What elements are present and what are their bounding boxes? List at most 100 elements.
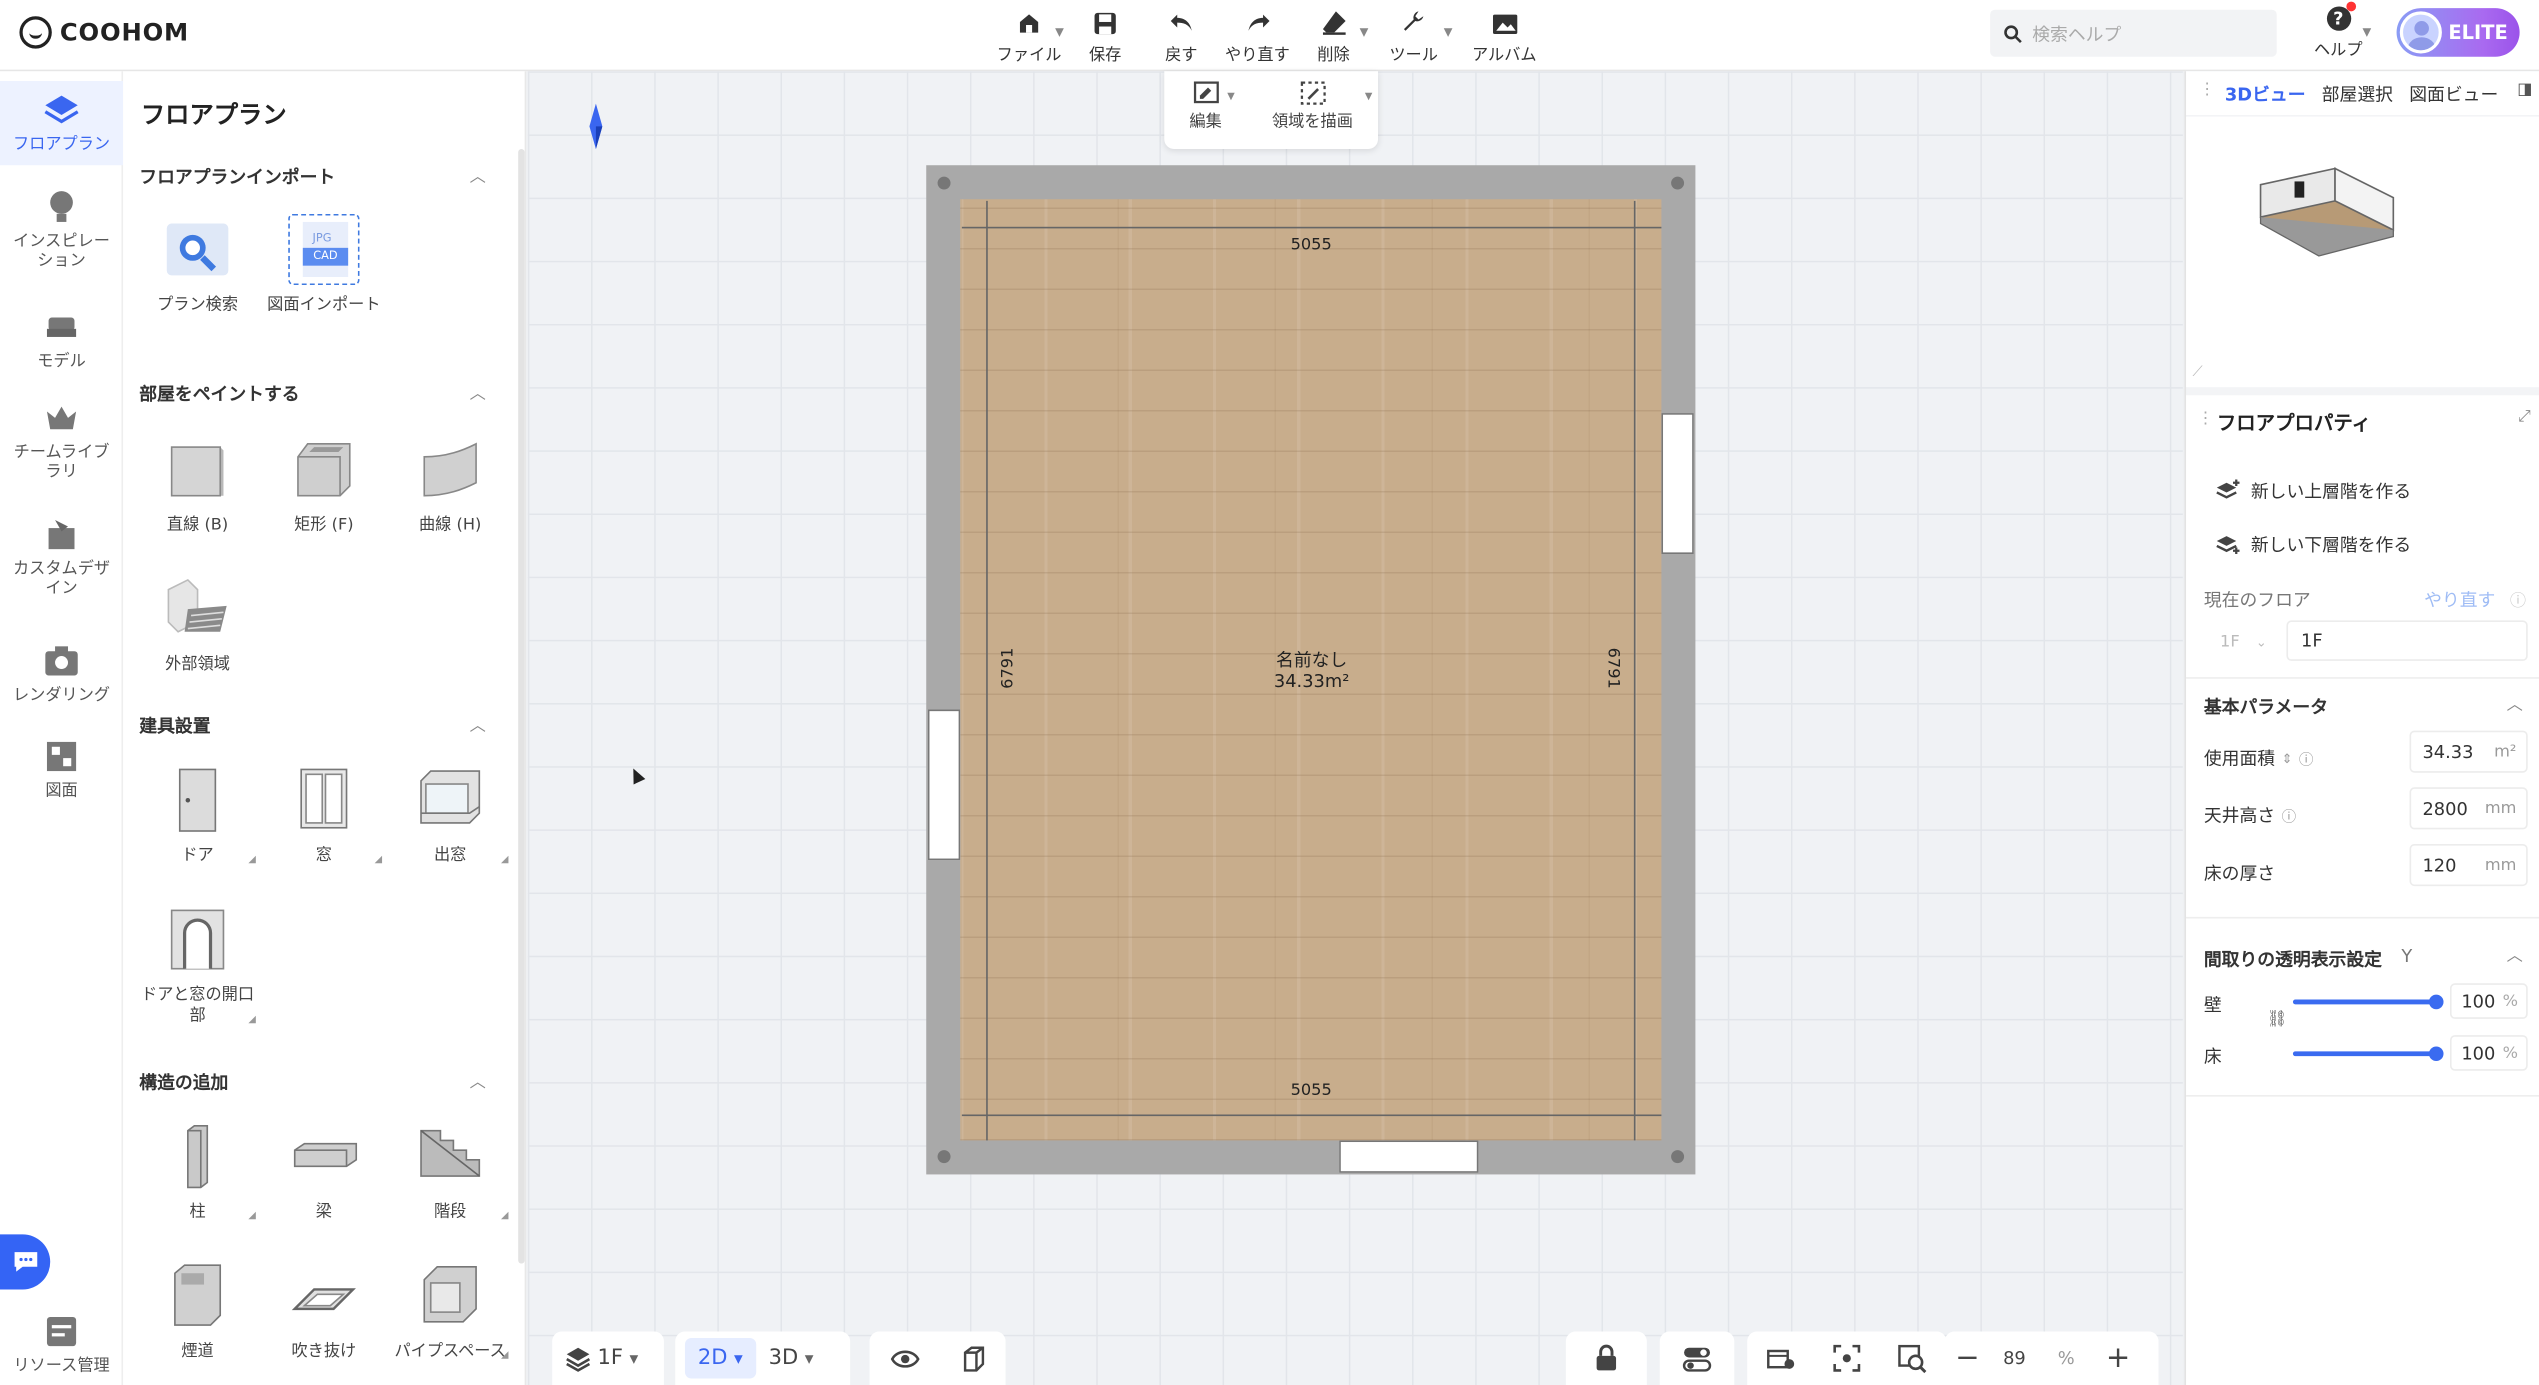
file-button[interactable]: ファイル ▼ — [991, 6, 1067, 65]
mode-2d-label: 2D — [697, 1346, 728, 1371]
wall-opacity-input[interactable]: 100% — [2450, 983, 2528, 1019]
rail-item-inspiration[interactable]: インスピレーション — [0, 188, 123, 272]
rail-item-floorplan[interactable]: フロアプラン — [0, 80, 124, 166]
floor-opacity-slider[interactable] — [2292, 1046, 2444, 1062]
link-icon[interactable]: ⛓ — [2267, 1011, 2288, 1029]
help-button[interactable]: ? ヘルプ — [2306, 1, 2371, 60]
floor-opacity-value: 100 — [2461, 1042, 2496, 1064]
eye-icon[interactable] — [889, 1347, 919, 1370]
rail-item-model[interactable]: モデル — [0, 308, 123, 373]
tools-button[interactable]: ツール ▼ — [1372, 6, 1456, 65]
floor-thickness-input[interactable]: 120 mm — [2409, 843, 2528, 887]
expand-corner-icon: ◢ — [248, 853, 256, 866]
new-upper-floor-button[interactable]: 新しい上層階を作る — [2215, 478, 2411, 504]
flue-item[interactable]: 煙道 — [139, 1260, 256, 1362]
wall-corner[interactable] — [1671, 1150, 1685, 1164]
draw-rect-item[interactable]: 矩形 (F) — [266, 434, 383, 536]
redo-link[interactable]: やり直す — [2424, 586, 2495, 612]
collapse-panel-icon[interactable]: ◨ — [2517, 81, 2532, 99]
chevron-up-icon[interactable]: ︿ — [470, 379, 486, 404]
redo-button[interactable]: やり直す — [1219, 6, 1295, 65]
window-item[interactable]: 窓 ◢ — [266, 765, 382, 867]
drag-handle-icon[interactable]: ⋮ — [2199, 81, 2215, 99]
fit-view-icon[interactable] — [1833, 1344, 1861, 1373]
rail-item-rendering[interactable]: レンダリング — [0, 641, 123, 706]
tab-room-select[interactable]: 部屋選択 — [2322, 80, 2393, 106]
info-icon[interactable]: ⓘ — [2282, 804, 2297, 825]
slider-knob[interactable] — [2428, 994, 2444, 1010]
chevron-up-icon[interactable]: ︿ — [2507, 941, 2523, 966]
compass-icon[interactable] — [589, 103, 603, 150]
edit-button[interactable]: 編集 ▼ — [1189, 81, 1235, 149]
door-item[interactable]: ドア ◢ — [139, 765, 256, 867]
drag-handle-icon[interactable]: ⋮ — [2197, 410, 2213, 428]
window-opening-bottom[interactable] — [1339, 1140, 1479, 1173]
ceiling-height-input[interactable]: 2800 mm — [2409, 787, 2528, 830]
column-item[interactable]: 柱 ◢ — [139, 1121, 256, 1223]
3d-preview[interactable]: ⟋ — [2186, 116, 2539, 434]
beam-item[interactable]: 梁 — [266, 1121, 383, 1223]
floor-level-select[interactable]: 1F ⌄ — [2204, 622, 2285, 661]
wall-corner[interactable] — [937, 1150, 951, 1164]
rail-item-drawings[interactable]: 図面 — [0, 737, 123, 802]
expand-icon[interactable]: ⤢ — [2518, 408, 2531, 426]
section-fixtures-title: 建具設置 — [139, 715, 211, 738]
stairs-item[interactable]: 階段 ◢ — [392, 1121, 508, 1223]
void-item[interactable]: 吹き抜け — [266, 1260, 383, 1362]
search-input[interactable]: 検索ヘルプ — [1990, 9, 2277, 57]
window-opening-right[interactable] — [1661, 413, 1694, 555]
drawing-import-item[interactable]: JPG CAD 図面インポート — [266, 213, 383, 316]
info-icon[interactable]: ⓘ — [2299, 748, 2314, 768]
slider-knob[interactable] — [2428, 1046, 2444, 1062]
zoom-value[interactable]: 89 — [1990, 1348, 2039, 1369]
usable-area-input[interactable]: 34.33 m² — [2409, 730, 2528, 773]
wall-opacity-slider[interactable] — [2292, 994, 2444, 1010]
divider — [2186, 1095, 2539, 1097]
undo-button[interactable]: 戻す — [1143, 6, 1219, 65]
account-badge[interactable]: ELITE — [2396, 8, 2520, 57]
opening-item[interactable]: ドアと窓の開口部 ◢ — [139, 904, 256, 1027]
save-button[interactable]: 保存 — [1067, 6, 1143, 65]
room-label[interactable]: 名前なし 34.33m² — [1231, 650, 1393, 692]
tab-drawing-view[interactable]: 図面ビュー — [2409, 80, 2498, 106]
chevron-up-icon[interactable]: ︿ — [470, 162, 486, 186]
rail-item-team-library[interactable]: チームライブラリ — [0, 398, 123, 482]
pipe-space-item[interactable]: パイプスペース ◢ — [392, 1260, 508, 1362]
wall-corner[interactable] — [937, 176, 951, 190]
chevron-up-icon[interactable]: ︿ — [2507, 690, 2523, 715]
sort-icon[interactable]: ⇕ — [2282, 751, 2293, 766]
chevron-up-icon[interactable]: ︿ — [470, 1068, 486, 1092]
resize-handle-icon[interactable]: ⟋ — [2193, 364, 2203, 380]
mode-2d-button[interactable]: 2D ▼ — [684, 1338, 756, 1379]
draw-straight-item[interactable]: 直線 (B) — [139, 434, 256, 536]
tab-3d-view[interactable]: 3Dビュー — [2225, 80, 2306, 106]
floor-opacity-input[interactable]: 100% — [2450, 1035, 2528, 1071]
mode-3d-button[interactable]: 3D ▼ — [756, 1332, 827, 1385]
delete-button[interactable]: 削除 ▼ — [1295, 6, 1371, 65]
floor-name-input[interactable]: 1F — [2286, 620, 2528, 661]
external-area-item[interactable]: 外部領域 — [139, 573, 256, 675]
lock-icon[interactable] — [1595, 1344, 1618, 1373]
toggle-settings-icon[interactable] — [1682, 1345, 1712, 1371]
zoom-area-icon[interactable] — [1898, 1344, 1927, 1373]
plan-search-item[interactable]: プラン検索 — [139, 214, 256, 316]
floor-selector[interactable]: 1F ▼ — [552, 1331, 664, 1385]
wall-corner[interactable] — [1671, 176, 1685, 190]
zoom-out-button[interactable]: − — [1945, 1341, 1990, 1375]
wall-opacity-unit: % — [2502, 992, 2519, 1011]
draw-curve-item[interactable]: 曲線 (H) — [392, 434, 509, 536]
bay-window-item[interactable]: 出窓 ◢ — [392, 765, 508, 867]
panel-scrollbar[interactable] — [518, 149, 525, 1264]
window-opening-left[interactable] — [927, 709, 961, 861]
coohom-logo[interactable]: COOHOM — [19, 16, 189, 49]
chevron-down-icon[interactable]: ▼ — [2363, 26, 2372, 39]
draw-area-button[interactable]: 領域を描画 ▼ — [1272, 81, 1372, 149]
album-button[interactable]: アルバム — [1456, 6, 1553, 65]
rail-item-resources[interactable]: リソース管理 — [0, 1312, 123, 1377]
view-settings-icon[interactable] — [1766, 1345, 1795, 1371]
zoom-in-button[interactable]: + — [2094, 1341, 2143, 1375]
cube-icon[interactable] — [959, 1345, 985, 1371]
new-lower-floor-button[interactable]: 新しい下層階を作る — [2215, 531, 2411, 557]
chevron-up-icon[interactable]: ︿ — [470, 711, 486, 736]
rail-item-custom-design[interactable]: カスタムデザイン — [0, 515, 123, 599]
